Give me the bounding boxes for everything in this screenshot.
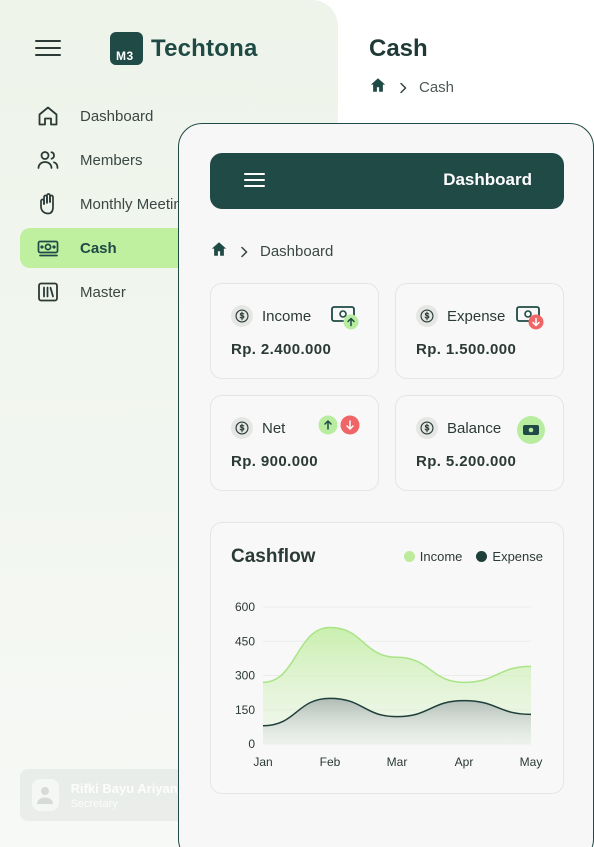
- sidebar-menu-button[interactable]: [35, 39, 61, 57]
- expense-value: Rp. 1.500.000: [416, 341, 517, 358]
- user-name: Rifki Bayu Ariyanto: [70, 780, 190, 796]
- user-icon: [37, 787, 54, 804]
- cashflow-chart: 0 150 300 450 600 Jan Feb Mar Apr May: [235, 600, 543, 769]
- x-tick-label: Mar: [387, 755, 408, 769]
- expense-label: Expense: [447, 307, 506, 325]
- logo-mark: M3: [110, 32, 143, 65]
- home-icon: [36, 104, 60, 128]
- sidebar-item-label: Members: [80, 151, 143, 169]
- x-tick-label: Jan: [253, 755, 272, 769]
- user-role: Secretary: [70, 797, 118, 810]
- y-tick-label: 600: [235, 600, 255, 614]
- user-profile-card[interactable]: Rifki Bayu Ariyanto Secretary: [20, 769, 190, 821]
- breadcrumb-current: Cash: [419, 79, 455, 96]
- net-label: Net: [262, 419, 286, 437]
- income-label: Income: [262, 307, 312, 325]
- dollar-icon: [231, 417, 253, 439]
- chevron-right-icon: [399, 82, 407, 94]
- income-value: Rp. 2.400.000: [231, 341, 332, 358]
- expense-card[interactable]: Expense Rp. 1.500.000: [395, 283, 564, 379]
- balance-card[interactable]: Balance Rp. 5.200.000: [395, 395, 564, 491]
- brand-logo[interactable]: M3 Techtona: [110, 32, 258, 65]
- y-tick-label: 0: [248, 737, 255, 751]
- balance-label: Balance: [447, 419, 502, 437]
- sidebar-item-label: Cash: [80, 239, 117, 257]
- y-tick-label: 450: [235, 634, 255, 648]
- cash-up-icon: [330, 304, 360, 335]
- cashflow-chart-card: Cashflow Income Expense 0 150 300 450 60…: [210, 522, 564, 794]
- mobile-header-title: Dashboard: [443, 170, 532, 189]
- sidebar-item-label: Dashboard: [80, 107, 154, 125]
- mobile-header: Dashboard: [210, 153, 564, 209]
- breadcrumb: Cash: [369, 76, 454, 99]
- hand-icon: [36, 192, 60, 216]
- cash-down-icon: [515, 304, 545, 335]
- chevron-right-icon: [240, 246, 248, 258]
- page-title: Cash: [369, 35, 428, 62]
- up-down-icons: [318, 415, 360, 440]
- y-tick-label: 150: [235, 703, 255, 717]
- home-icon[interactable]: [369, 76, 387, 99]
- home-icon[interactable]: [210, 240, 228, 263]
- cash-icon: [517, 416, 545, 449]
- mobile-breadcrumb: Dashboard: [210, 240, 333, 263]
- dollar-icon: [416, 417, 438, 439]
- library-icon: [36, 280, 60, 304]
- x-tick-label: May: [520, 755, 543, 769]
- net-value: Rp. 900.000: [231, 453, 318, 470]
- dollar-icon: [416, 305, 438, 327]
- avatar: [32, 779, 59, 811]
- x-tick-label: Apr: [455, 755, 474, 769]
- income-card[interactable]: Income Rp. 2.400.000: [210, 283, 379, 379]
- mobile-preview: Dashboard Dashboard Income Rp. 2.400.000: [178, 123, 594, 847]
- breadcrumb-current: Dashboard: [260, 243, 334, 260]
- net-card[interactable]: Net Rp. 900.000: [210, 395, 379, 491]
- balance-value: Rp. 5.200.000: [416, 453, 517, 470]
- y-tick-label: 300: [235, 669, 255, 683]
- users-icon: [36, 148, 60, 172]
- brand-name: Techtona: [151, 34, 258, 62]
- x-tick-label: Feb: [320, 755, 341, 769]
- dollar-icon: [231, 305, 253, 327]
- mobile-menu-button[interactable]: [244, 172, 265, 188]
- cash-icon: [36, 236, 60, 260]
- sidebar-item-label: Master: [80, 283, 126, 301]
